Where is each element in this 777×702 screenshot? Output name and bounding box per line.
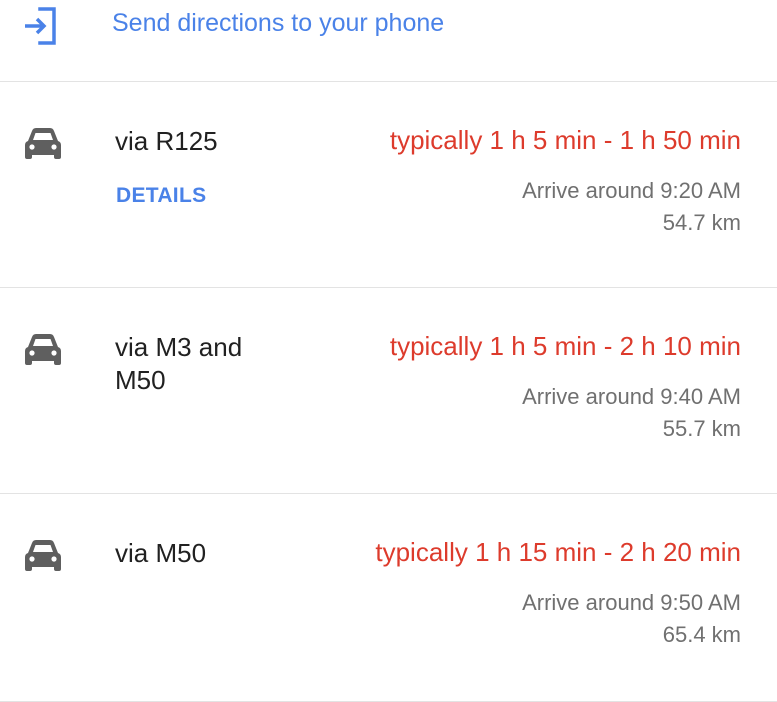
send-directions-row[interactable]: Send directions to your phone bbox=[0, 0, 777, 82]
route-duration: typically 1 h 5 min - 2 h 10 min bbox=[389, 331, 741, 361]
send-directions-link[interactable]: Send directions to your phone bbox=[112, 9, 444, 38]
route-option[interactable]: via M50 typically 1 h 15 min - 2 h 20 mi… bbox=[0, 494, 777, 702]
send-to-phone-icon bbox=[23, 6, 59, 46]
car-icon bbox=[24, 539, 62, 573]
car-icon bbox=[24, 127, 62, 161]
route-option[interactable]: via R125 DETAILS typically 1 h 5 min - 1… bbox=[0, 82, 777, 288]
route-name: via M3 and M50 bbox=[115, 332, 243, 395]
route-duration: typically 1 h 15 min - 2 h 20 min bbox=[375, 537, 741, 567]
route-duration: typically 1 h 5 min - 1 h 50 min bbox=[389, 125, 741, 155]
route-distance: 55.7 km bbox=[662, 416, 741, 441]
arrival-time: Arrive around 9:40 AM bbox=[522, 384, 741, 409]
route-distance: 65.4 km bbox=[662, 622, 741, 647]
car-icon bbox=[24, 333, 62, 367]
details-link[interactable]: DETAILS bbox=[116, 184, 206, 208]
route-option[interactable]: via M3 and M50 typically 1 h 5 min - 2 h… bbox=[0, 288, 777, 494]
arrival-time: Arrive around 9:20 AM bbox=[522, 178, 741, 203]
route-name: via R125 bbox=[115, 126, 218, 156]
route-name: via M50 bbox=[115, 538, 207, 568]
route-distance: 54.7 km bbox=[662, 210, 741, 235]
arrival-time: Arrive around 9:50 AM bbox=[522, 590, 741, 615]
